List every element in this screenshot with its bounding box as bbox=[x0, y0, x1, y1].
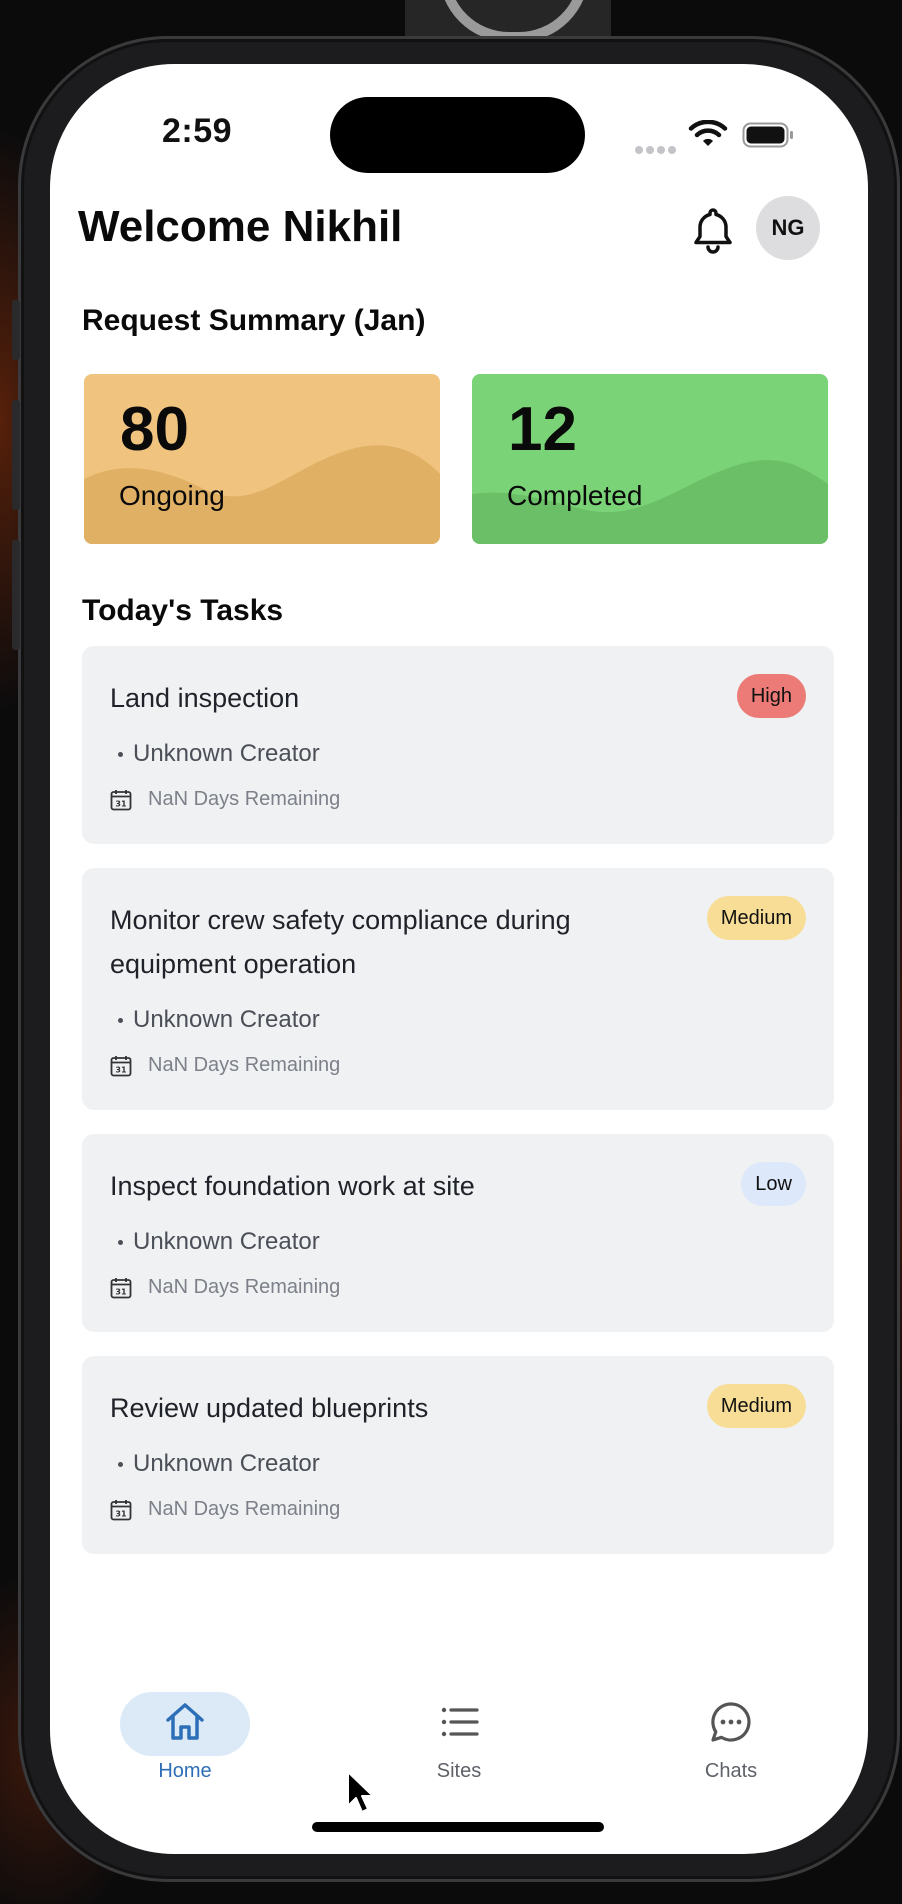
svg-text:31: 31 bbox=[115, 799, 127, 808]
home-icon bbox=[166, 1703, 204, 1740]
calendar-icon: 31 bbox=[110, 1499, 132, 1520]
task-remaining: 31 NaN Days Remaining bbox=[110, 1054, 340, 1077]
creator-text: Unknown Creator bbox=[133, 1006, 320, 1033]
tab-chats[interactable]: Chats bbox=[666, 1684, 796, 1794]
creator-text: Unknown Creator bbox=[133, 1228, 320, 1255]
remaining-text: NaN Days Remaining bbox=[148, 1054, 341, 1076]
tab-home-label: Home bbox=[158, 1760, 212, 1782]
task-title: Review updated blueprints bbox=[110, 1393, 429, 1423]
calendar-icon: 31 bbox=[110, 1055, 132, 1076]
tasks-title: Today's Tasks bbox=[82, 594, 284, 627]
task-creator: Unknown Creator bbox=[118, 740, 320, 768]
creator-text: Unknown Creator bbox=[133, 740, 320, 767]
summary-title: Request Summary (Jan) bbox=[82, 304, 426, 337]
svg-text:31: 31 bbox=[115, 1065, 127, 1074]
svg-text:31: 31 bbox=[115, 1287, 127, 1296]
tab-home[interactable]: Home bbox=[120, 1684, 250, 1794]
cellular-signal-icon bbox=[635, 141, 679, 159]
wifi-icon bbox=[688, 120, 728, 146]
task-creator: Unknown Creator bbox=[118, 1450, 320, 1478]
bottom-tab-bar: Home Sites Chats bbox=[50, 1684, 868, 1804]
task-title: Monitor crew safety compliance during eq… bbox=[110, 905, 571, 979]
side-button bbox=[12, 540, 20, 650]
status-time: 2:59 bbox=[162, 112, 233, 150]
task-card[interactable]: Land inspection High Unknown Creator 31 … bbox=[82, 646, 834, 844]
task-card[interactable]: Inspect foundation work at site Low Unkn… bbox=[82, 1134, 834, 1332]
avatar[interactable]: NG bbox=[756, 196, 820, 260]
priority-badge: Low bbox=[741, 1162, 806, 1206]
bell-icon[interactable] bbox=[688, 204, 738, 258]
tab-sites-label: Sites bbox=[436, 1760, 482, 1782]
tab-chats-label: Chats bbox=[704, 1760, 758, 1782]
home-indicator bbox=[312, 1822, 604, 1832]
calendar-icon: 31 bbox=[110, 789, 132, 810]
remaining-text: NaN Days Remaining bbox=[148, 1498, 341, 1520]
battery-icon bbox=[742, 122, 793, 148]
ongoing-card[interactable]: 80 Ongoing bbox=[84, 374, 440, 544]
page-title: Welcome Nikhil bbox=[78, 202, 403, 251]
task-title: Inspect foundation work at site bbox=[110, 1171, 475, 1201]
background-object bbox=[405, 0, 611, 42]
list-icon bbox=[441, 1707, 479, 1737]
ongoing-count: 80 bbox=[120, 395, 189, 464]
task-remaining: 31 NaN Days Remaining bbox=[110, 1276, 340, 1299]
completed-card[interactable]: 12 Completed bbox=[472, 374, 828, 544]
task-card[interactable]: Monitor crew safety compliance during eq… bbox=[82, 868, 834, 1110]
task-creator: Unknown Creator bbox=[118, 1228, 320, 1256]
completed-label: Completed bbox=[507, 480, 643, 511]
side-button bbox=[12, 400, 20, 510]
task-remaining: 31 NaN Days Remaining bbox=[110, 1498, 340, 1521]
status-bar: 2:59 bbox=[50, 64, 868, 173]
chat-bubble-icon bbox=[711, 1702, 751, 1742]
svg-text:31: 31 bbox=[115, 1509, 127, 1518]
remaining-text: NaN Days Remaining bbox=[148, 788, 341, 810]
priority-badge: Medium bbox=[706, 1384, 806, 1428]
calendar-icon: 31 bbox=[110, 1277, 132, 1298]
task-title: Land inspection bbox=[110, 683, 300, 713]
remaining-text: NaN Days Remaining bbox=[148, 1276, 341, 1298]
task-creator: Unknown Creator bbox=[118, 1006, 320, 1034]
priority-badge: Medium bbox=[706, 896, 806, 940]
completed-count: 12 bbox=[508, 395, 577, 464]
mouse-cursor-icon bbox=[347, 1771, 374, 1813]
dynamic-island bbox=[330, 97, 585, 173]
app-screen: 2:59 Welcome Nikhil NG Request Summary (… bbox=[50, 64, 868, 1854]
creator-text: Unknown Creator bbox=[133, 1450, 320, 1477]
ongoing-label: Ongoing bbox=[119, 480, 225, 511]
task-card[interactable]: Review updated blueprints Medium Unknown… bbox=[82, 1356, 834, 1554]
tab-sites[interactable]: Sites bbox=[394, 1684, 524, 1794]
priority-badge: High bbox=[736, 674, 806, 718]
side-button bbox=[12, 300, 20, 360]
task-remaining: 31 NaN Days Remaining bbox=[110, 788, 340, 811]
